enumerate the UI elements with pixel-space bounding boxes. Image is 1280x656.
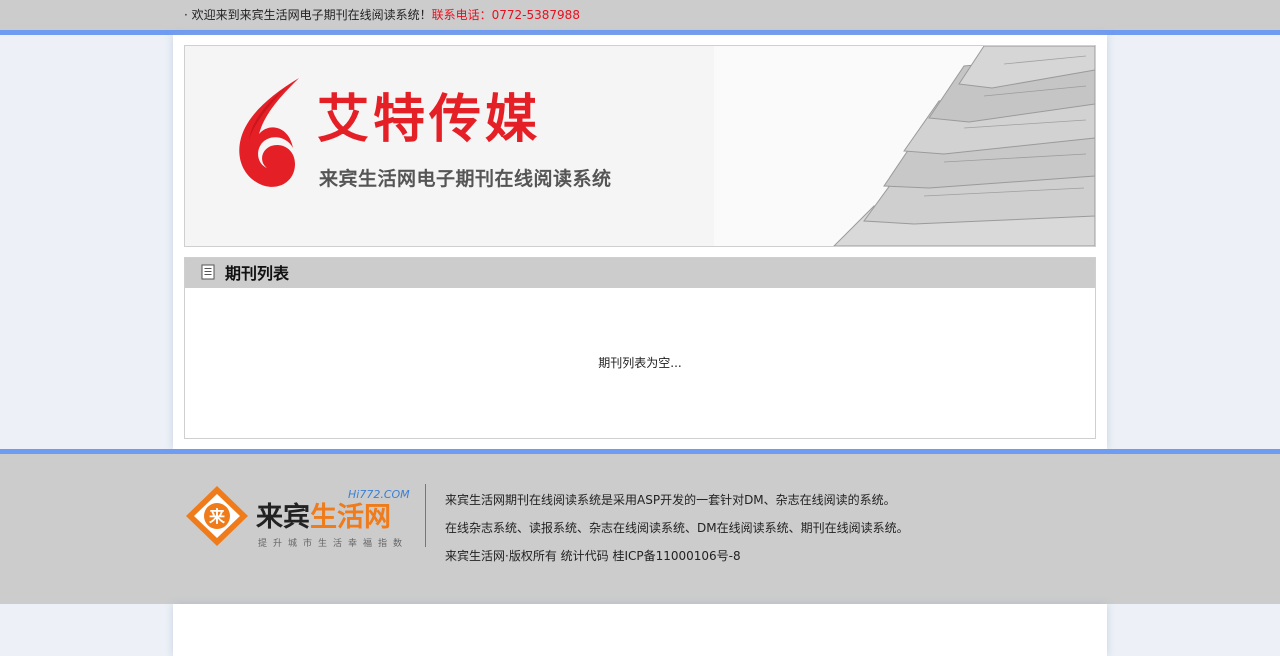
empty-list-message: 期刊列表为空... xyxy=(598,356,682,370)
journal-list-header: 期刊列表 xyxy=(185,258,1095,288)
main-content: 艾特传媒 来宾生活网电子期刊在线阅读系统 期刊列表 期刊列表为空... xyxy=(173,35,1107,449)
footer-divider xyxy=(425,484,426,547)
laibin-emblem-icon: 来 xyxy=(186,486,248,546)
swirl-logo-icon xyxy=(239,78,299,187)
svg-text:来: 来 xyxy=(208,507,226,526)
footer-logo[interactable]: 来 Hi772.COM 来宾生活网 提升城市生活幸福指数 xyxy=(184,484,410,549)
footer-logo-name-part1: 来宾 xyxy=(256,502,310,533)
contact-phone: 联系电话：0772-5387988 xyxy=(431,8,580,22)
welcome-text: · 欢迎来到来宾生活网电子期刊在线阅读系统！ xyxy=(184,8,432,22)
top-bar: · 欢迎来到来宾生活网电子期刊在线阅读系统！联系电话：0772-5387988 xyxy=(0,0,1280,30)
document-icon xyxy=(201,264,215,280)
banner-subtitle: 来宾生活网电子期刊在线阅读系统 xyxy=(319,168,612,190)
header-banner: 艾特传媒 来宾生活网电子期刊在线阅读系统 xyxy=(184,45,1096,247)
journal-list-title: 期刊列表 xyxy=(225,264,290,283)
footer-line-keywords: 在线杂志系统、读报系统、杂志在线阅读系统、DM在线阅读系统、期刊在线阅读系统。 xyxy=(445,521,909,535)
journal-list-panel: 期刊列表 期刊列表为空... xyxy=(184,257,1096,439)
bottom-content-area xyxy=(173,604,1107,656)
banner-title: 艾特传媒 xyxy=(317,90,542,150)
footer-line-copyright: 来宾生活网·版权所有 统计代码 桂ICP备11000106号-8 xyxy=(445,549,741,563)
footer-logo-name-part2: 生活网 xyxy=(310,502,391,533)
footer: 来 Hi772.COM 来宾生活网 提升城市生活幸福指数 来宾生活网期刊在线阅读… xyxy=(0,454,1280,604)
footer-logo-name: 来宾生活网 xyxy=(256,502,391,534)
welcome-line: · 欢迎来到来宾生活网电子期刊在线阅读系统！联系电话：0772-5387988 xyxy=(184,0,580,30)
newspaper-stack-image xyxy=(714,46,1095,246)
footer-logo-domain: Hi772.COM xyxy=(348,488,410,501)
footer-logo-slogan: 提升城市生活幸福指数 xyxy=(258,539,409,549)
footer-line-description: 来宾生活网期刊在线阅读系统是采用ASP开发的一套针对DM、杂志在线阅读的系统。 xyxy=(445,493,896,507)
footer-text: 来宾生活网期刊在线阅读系统是采用ASP开发的一套针对DM、杂志在线阅读的系统。 … xyxy=(445,486,909,570)
